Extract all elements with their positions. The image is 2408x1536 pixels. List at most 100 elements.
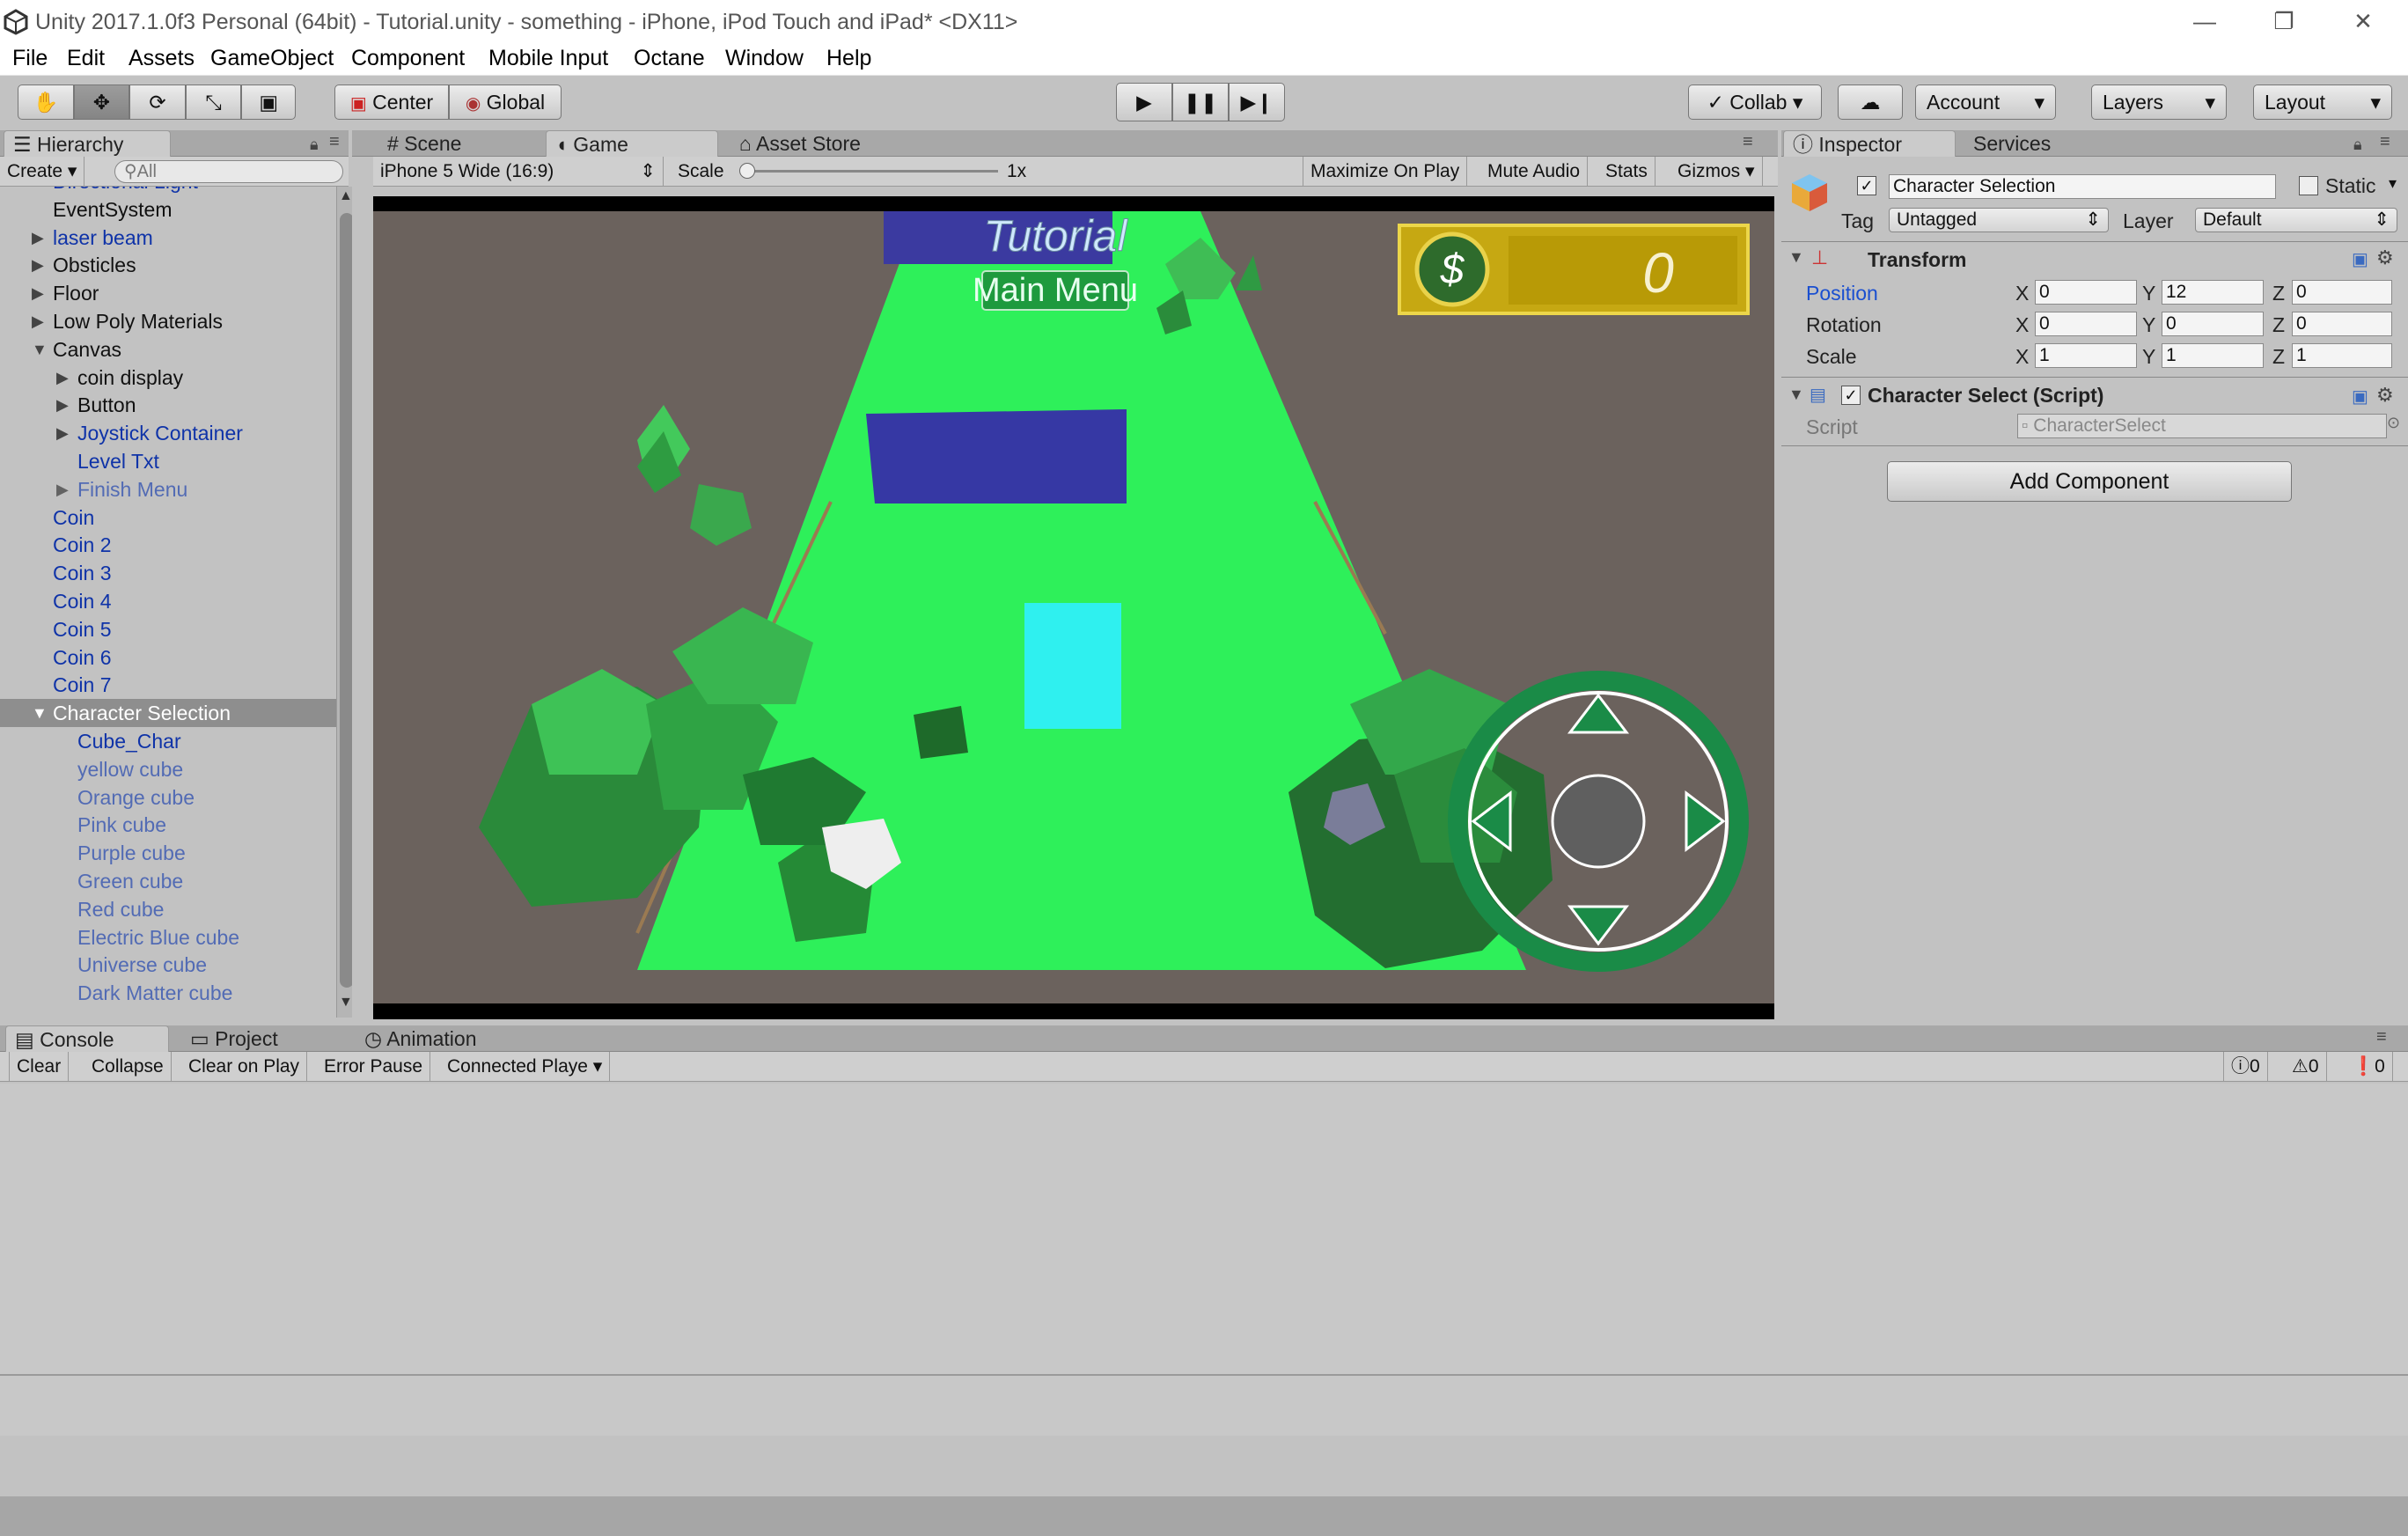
tab-game[interactable]: ◖ Game — [546, 130, 718, 157]
axis-x-label[interactable]: X — [2015, 313, 2029, 337]
hierarchy-item[interactable]: ▶ Joystick Container — [0, 419, 338, 447]
account-dropdown[interactable]: Account ▾ — [1915, 85, 2056, 120]
gear-icon[interactable]: ⚙ — [2376, 384, 2394, 407]
menu-file[interactable]: File — [12, 44, 48, 76]
collapsed-arrow-icon[interactable]: ▶ — [32, 251, 46, 279]
hierarchy-item[interactable]: ▼ Canvas — [0, 335, 338, 364]
menu-edit[interactable]: Edit — [67, 44, 105, 76]
error-filter-toggle[interactable]: ❗0 — [2345, 1052, 2393, 1081]
help-book-icon[interactable]: ▣ — [2352, 386, 2368, 408]
hierarchy-item[interactable]: Purple cube — [0, 839, 338, 867]
error-pause-button[interactable]: Error Pause — [317, 1052, 431, 1081]
hierarchy-item[interactable]: ▶ coin display — [0, 364, 338, 392]
collapse-button[interactable]: Collapse — [84, 1052, 172, 1081]
panel-menu-icon[interactable]: ≡ — [329, 132, 340, 152]
axis-z-label[interactable]: Z — [2272, 282, 2285, 305]
hierarchy-item[interactable]: Red cube — [0, 895, 338, 923]
hierarchy-item[interactable]: ▶ Finish Menu — [0, 475, 338, 503]
move-tool-icon[interactable]: ✥ — [73, 85, 130, 120]
scale-tool-icon[interactable]: ⤡ — [185, 85, 242, 120]
connected-player-dropdown[interactable]: Connected Playe ▾ — [440, 1052, 611, 1081]
transform-x-field[interactable]: 1 — [2035, 343, 2137, 368]
expanded-arrow-icon[interactable]: ▼ — [32, 699, 48, 727]
foldout-arrow-icon[interactable]: ▼ — [1788, 386, 1804, 404]
panel-menu-icon[interactable]: ≡ — [1743, 132, 1753, 152]
hierarchy-item[interactable]: yellow cube — [0, 755, 338, 783]
transform-z-field[interactable]: 0 — [2292, 280, 2392, 305]
hierarchy-item[interactable]: ▶ Floor — [0, 279, 338, 307]
tab-console[interactable]: ▤ Console — [5, 1025, 169, 1052]
panel-menu-icon[interactable]: ≡ — [2376, 1027, 2387, 1047]
collapsed-arrow-icon[interactable]: ▶ — [56, 419, 70, 447]
axis-x-label[interactable]: X — [2015, 345, 2029, 369]
scroll-up-icon[interactable]: ▲ — [339, 188, 353, 204]
hand-tool-icon[interactable]: ✋ — [18, 85, 74, 120]
collapsed-arrow-icon[interactable]: ▶ — [56, 391, 70, 419]
axis-y-label[interactable]: Y — [2142, 313, 2155, 337]
menu-gameobject[interactable]: GameObject — [210, 44, 334, 76]
maximize-on-play-button[interactable]: Maximize On Play — [1303, 157, 1468, 186]
hierarchy-item[interactable]: Coin 6 — [0, 643, 338, 672]
log-filter-toggle[interactable]: ⓘ0 — [2223, 1052, 2268, 1081]
tab-inspector[interactable]: ⓘ Inspector — [1783, 130, 1956, 157]
collapsed-arrow-icon[interactable]: ▶ — [32, 307, 46, 335]
tab-scene[interactable]: # Scene — [378, 130, 519, 157]
expanded-arrow-icon[interactable]: ▼ — [32, 335, 48, 364]
close-button[interactable]: ✕ — [2324, 0, 2403, 44]
hierarchy-item[interactable]: Universe cube — [0, 951, 338, 979]
collapsed-arrow-icon[interactable]: ▶ — [32, 224, 46, 252]
transform-z-field[interactable]: 0 — [2292, 312, 2392, 336]
axis-z-label[interactable]: Z — [2272, 345, 2285, 369]
axis-y-label[interactable]: Y — [2142, 282, 2155, 305]
collapsed-arrow-icon[interactable]: ▶ — [56, 475, 70, 503]
lock-icon[interactable]: 🔒︎ — [310, 136, 319, 154]
transform-y-field[interactable]: 0 — [2162, 312, 2264, 336]
hierarchy-item[interactable]: Dark Matter cube — [0, 979, 338, 1007]
minimize-button[interactable]: — — [2165, 0, 2244, 44]
space-global-toggle[interactable]: ◉ Global — [449, 85, 562, 120]
panel-menu-icon[interactable]: ≡ — [2380, 132, 2390, 152]
play-icon[interactable]: ▶ — [1116, 83, 1172, 121]
warning-filter-toggle[interactable]: ⚠0 — [2285, 1052, 2327, 1081]
joystick-knob[interactable] — [1551, 774, 1646, 869]
cloud-icon[interactable]: ☁ — [1838, 85, 1903, 120]
hierarchy-item[interactable]: Electric Blue cube — [0, 923, 338, 952]
hierarchy-item[interactable]: Pink cube — [0, 811, 338, 839]
hierarchy-item[interactable]: Coin 3 — [0, 559, 338, 587]
hierarchy-item[interactable]: ▶ laser beam — [0, 224, 338, 252]
stats-button[interactable]: Stats — [1598, 157, 1656, 186]
layout-dropdown[interactable]: Layout ▾ — [2253, 85, 2392, 120]
console-divider[interactable] — [0, 1374, 2408, 1376]
resolution-dropdown[interactable]: iPhone 5 Wide (16:9) ⇕ — [373, 157, 664, 186]
script-field[interactable]: ▫ CharacterSelect — [2017, 414, 2387, 438]
slider-handle[interactable] — [739, 163, 755, 179]
hierarchy-item[interactable]: EventSystem — [0, 195, 338, 224]
hierarchy-item[interactable]: Cube_Char — [0, 727, 338, 755]
hierarchy-item[interactable]: Coin — [0, 503, 338, 532]
clear-button[interactable]: Clear — [9, 1052, 70, 1081]
collapsed-arrow-icon[interactable]: ▶ — [32, 279, 46, 307]
create-button[interactable]: Create ▾ — [0, 157, 85, 186]
chevron-down-icon[interactable]: ▾ — [2389, 174, 2397, 193]
layer-dropdown[interactable]: Default ⇕ — [2195, 208, 2397, 232]
hierarchy-item[interactable]: Orange cube — [0, 783, 338, 812]
collab-button[interactable]: ✓ Collab ▾ — [1688, 85, 1822, 120]
gear-icon[interactable]: ⚙ — [2376, 246, 2394, 269]
rect-tool-icon[interactable]: ▣ — [241, 85, 296, 120]
foldout-arrow-icon[interactable]: ▼ — [1788, 248, 1804, 267]
menu-help[interactable]: Help — [826, 44, 871, 76]
hierarchy-item[interactable]: Coin 7 — [0, 671, 338, 699]
menu-assets[interactable]: Assets — [128, 44, 195, 76]
pause-icon[interactable]: ❚❚ — [1172, 83, 1229, 121]
console-log-area[interactable] — [0, 1084, 2408, 1436]
tab-project[interactable]: ▭ Project — [181, 1025, 345, 1052]
tab-services[interactable]: Services — [1964, 130, 2105, 157]
hierarchy-search-input[interactable]: ⚲All — [114, 160, 343, 183]
axis-y-label[interactable]: Y — [2142, 345, 2155, 369]
hierarchy-item[interactable]: Directional Light — [0, 187, 338, 195]
axis-z-label[interactable]: Z — [2272, 313, 2285, 337]
rotate-tool-icon[interactable]: ⟳ — [129, 85, 186, 120]
hierarchy-item[interactable]: ▼ Character Selection — [0, 699, 338, 728]
clear-on-play-button[interactable]: Clear on Play — [181, 1052, 308, 1081]
scale-slider[interactable] — [739, 163, 998, 179]
